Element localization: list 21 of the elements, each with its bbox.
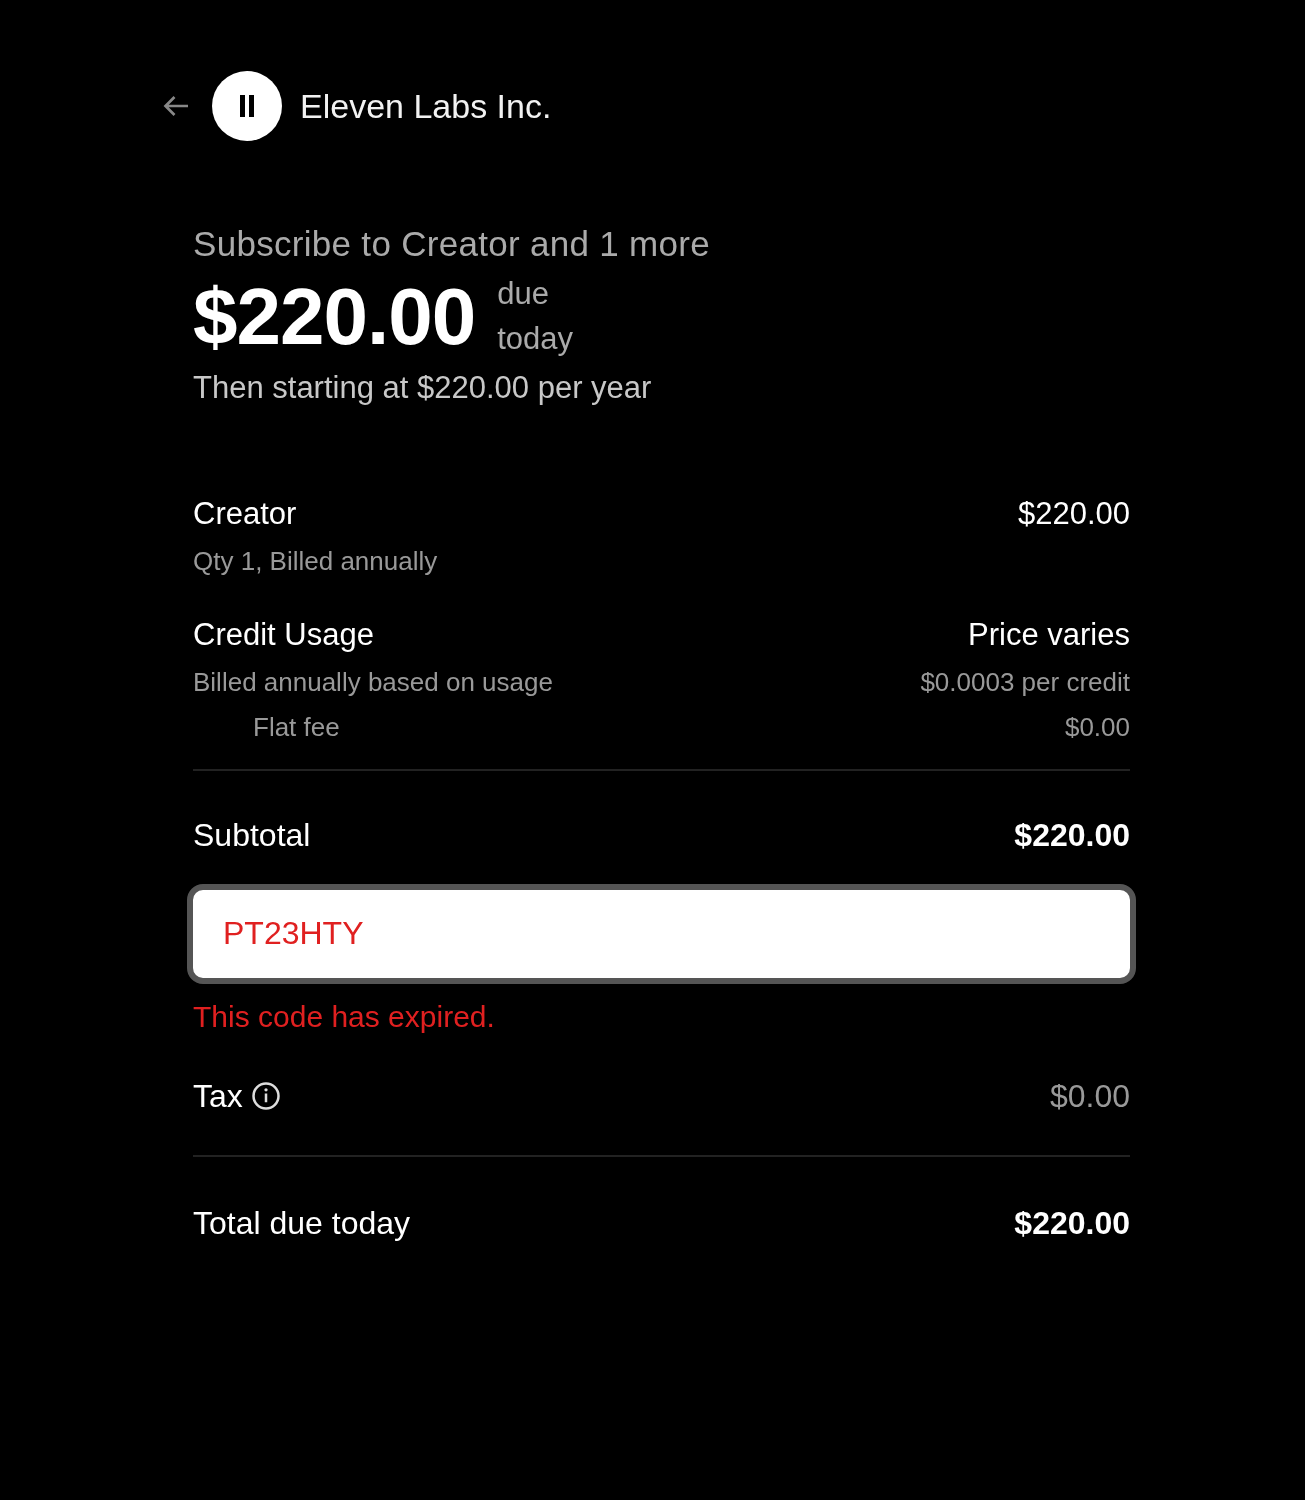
tax-label: Tax: [193, 1077, 243, 1115]
item-name: Credit Usage: [193, 616, 374, 653]
item-detail: Billed annually based on usage: [193, 666, 553, 698]
total-label: Total due today: [193, 1204, 411, 1242]
due-label: due today: [497, 275, 575, 358]
amount-due: $220.00: [193, 276, 476, 357]
item-price: Price varies: [968, 616, 1130, 653]
item-sub-detail: Flat fee: [252, 711, 340, 743]
subtotal-label: Subtotal: [193, 816, 311, 854]
item-price: $220.00: [1017, 495, 1130, 532]
item-sub-price: $0.00: [1064, 711, 1130, 743]
subscription-title: Subscribe to Creator and 1 more: [193, 224, 712, 264]
recurring-price: Then starting at $220.00 per year: [193, 369, 653, 406]
item-rate: $0.0003 per credit: [920, 666, 1130, 698]
error-message: This code has expired.: [193, 999, 496, 1034]
tax-value: $0.00: [1049, 1077, 1130, 1115]
item-detail: Qty 1, Billed annually: [193, 545, 438, 577]
item-name: Creator: [193, 495, 297, 532]
total-value: $220.00: [1014, 1204, 1130, 1242]
merchant-name: Eleven Labs Inc.: [300, 86, 552, 126]
subtotal-value: $220.00: [1014, 816, 1130, 854]
